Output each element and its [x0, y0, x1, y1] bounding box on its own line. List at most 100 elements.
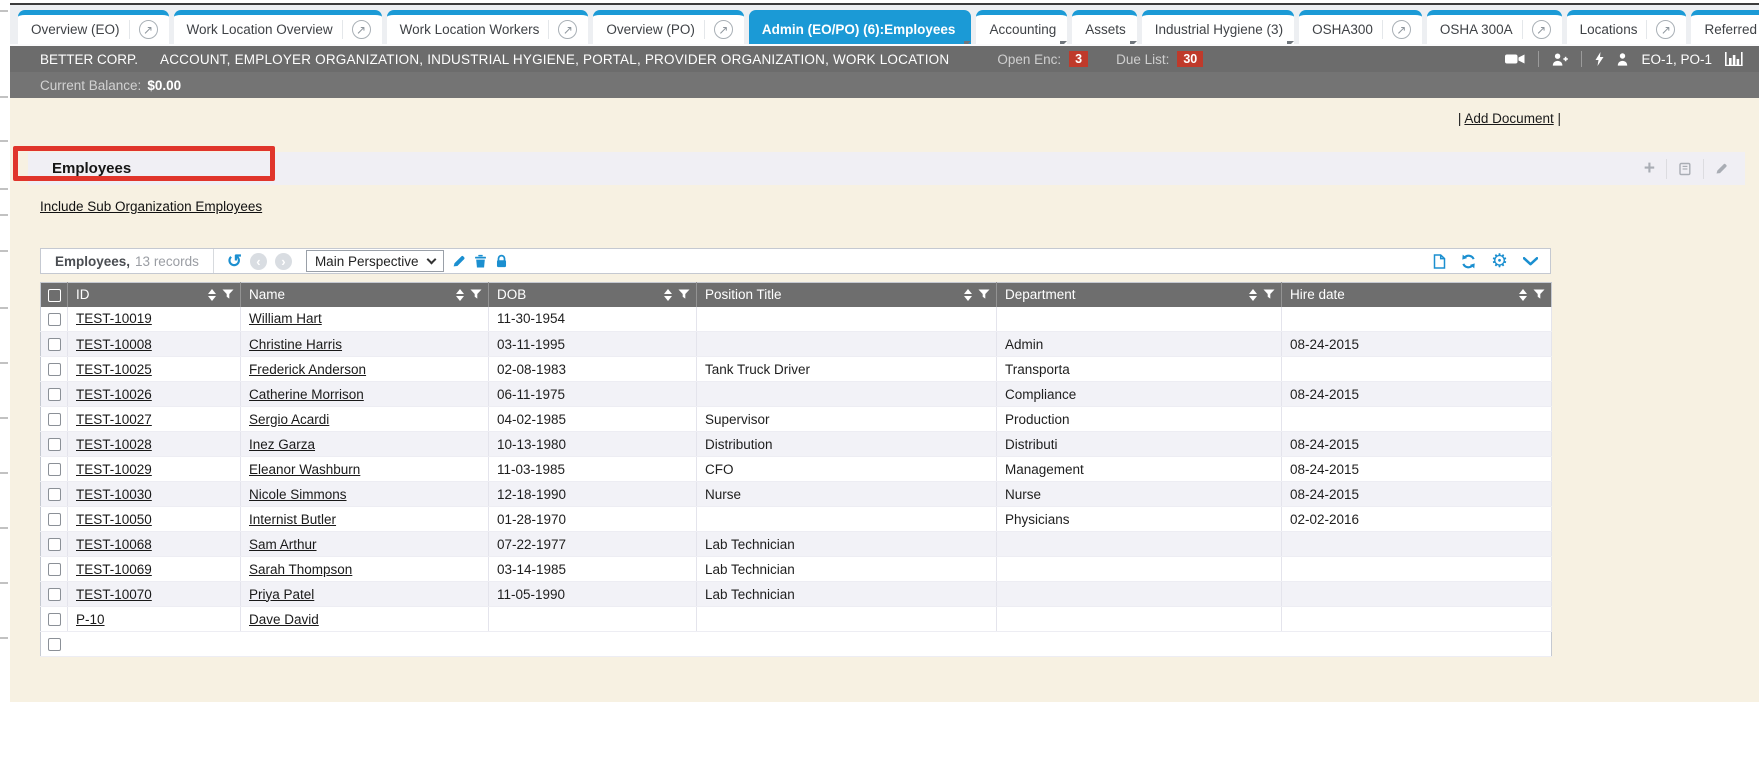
cell-name-link[interactable]: Priya Patel	[249, 587, 314, 602]
row-checkbox[interactable]	[48, 388, 61, 401]
open-in-new-icon[interactable]: ↗	[1382, 20, 1411, 39]
cell-name-link[interactable]: Frederick Anderson	[249, 362, 366, 377]
row-checkbox[interactable]	[48, 613, 61, 626]
open-in-new-icon[interactable]: ↗	[342, 20, 371, 39]
sort-icon[interactable]	[1519, 289, 1527, 301]
cell-name-link[interactable]: Inez Garza	[249, 437, 315, 452]
sort-icon[interactable]	[208, 289, 216, 301]
cell-name-link[interactable]: Eleanor Washburn	[249, 462, 360, 477]
filter-funnel-icon[interactable]	[470, 289, 482, 300]
sort-icon[interactable]	[964, 289, 972, 301]
col-header-position-title[interactable]: Position Title	[697, 283, 997, 307]
col-header-dob[interactable]: DOB	[489, 283, 697, 307]
include-sub-org-link[interactable]: Include Sub Organization Employees	[40, 199, 262, 214]
row-checkbox[interactable]	[48, 638, 61, 651]
cell-name-link[interactable]: William Hart	[249, 311, 322, 326]
row-checkbox[interactable]	[48, 313, 61, 326]
add-person-icon[interactable]	[1552, 53, 1568, 66]
tab-admin-eo-po-6-employees[interactable]: Admin (EO/PO) (6):Employees ↗	[749, 10, 972, 44]
row-checkbox[interactable]	[48, 513, 61, 526]
cell-id-link[interactable]: TEST-10068	[76, 537, 152, 552]
delete-trash-icon[interactable]	[474, 254, 487, 268]
person-icon[interactable]	[1617, 53, 1628, 66]
row-checkbox[interactable]	[48, 413, 61, 426]
video-camera-icon[interactable]	[1505, 53, 1525, 65]
tab-osha300[interactable]: OSHA300 ↗	[1299, 10, 1422, 44]
tab-work-location-workers[interactable]: Work Location Workers ↗	[387, 10, 589, 44]
cell-name-link[interactable]: Catherine Morrison	[249, 387, 364, 402]
open-in-new-icon[interactable]: ↗	[1646, 20, 1675, 39]
tab-referred-orders[interactable]: Referred Orders ↗	[1691, 10, 1759, 44]
sort-icon[interactable]	[456, 289, 464, 301]
edit-perspective-pencil-icon[interactable]	[452, 254, 466, 268]
row-checkbox[interactable]	[48, 438, 61, 451]
cell-id-link[interactable]: TEST-10029	[76, 462, 152, 477]
cell-id-link[interactable]: TEST-10050	[76, 512, 152, 527]
due-list-badge[interactable]: 30	[1177, 51, 1203, 67]
cell-id-link[interactable]: TEST-10026	[76, 387, 152, 402]
settings-gear-icon[interactable]: ⚙	[1491, 252, 1508, 271]
cell-id-link[interactable]: TEST-10025	[76, 362, 152, 377]
open-in-new-icon[interactable]: ↗	[548, 20, 577, 39]
cell-id-link[interactable]: TEST-10030	[76, 487, 152, 502]
filter-funnel-icon[interactable]	[978, 289, 990, 300]
cell-id-link[interactable]: TEST-10070	[76, 587, 152, 602]
row-checkbox[interactable]	[48, 463, 61, 476]
perspective-select[interactable]: Main Perspective	[306, 250, 444, 272]
collapse-chevron-icon[interactable]	[1523, 257, 1538, 266]
edit-pencil-icon[interactable]	[1704, 162, 1739, 175]
cell-name-link[interactable]: Sam Arthur	[249, 537, 317, 552]
prev-page-icon[interactable]: ‹	[250, 253, 267, 270]
lock-icon[interactable]	[495, 254, 508, 268]
open-in-new-icon[interactable]: ↗	[1522, 20, 1551, 39]
row-checkbox[interactable]	[48, 488, 61, 501]
filter-funnel-icon[interactable]	[1533, 289, 1545, 300]
open-enc-badge[interactable]: 3	[1069, 51, 1088, 67]
lightning-bolt-icon[interactable]	[1595, 52, 1604, 66]
cell-id-link[interactable]: TEST-10027	[76, 412, 152, 427]
col-header-name[interactable]: Name	[241, 283, 489, 307]
bar-chart-icon[interactable]	[1725, 52, 1745, 66]
tab-locations[interactable]: Locations ↗	[1567, 10, 1687, 44]
cell-name-link[interactable]: Internist Butler	[249, 512, 336, 527]
cell-id-link[interactable]: TEST-10069	[76, 562, 152, 577]
open-in-new-icon[interactable]: ↗	[129, 20, 158, 39]
refresh-icon[interactable]	[1461, 254, 1476, 269]
col-header-department[interactable]: Department	[997, 283, 1282, 307]
cell-name-link[interactable]: Dave David	[249, 612, 319, 627]
row-checkbox[interactable]	[48, 538, 61, 551]
add-document-link[interactable]: Add Document	[1464, 111, 1553, 126]
cell-id-link[interactable]: TEST-10008	[76, 337, 152, 352]
tab-accounting[interactable]: Accounting ↗	[976, 10, 1067, 44]
filter-funnel-icon[interactable]	[222, 289, 234, 300]
sort-icon[interactable]	[1249, 289, 1257, 301]
col-header-id[interactable]: ID	[68, 283, 241, 307]
cell-name-link[interactable]: Sergio Acardi	[249, 412, 329, 427]
cell-id-link[interactable]: TEST-10019	[76, 311, 152, 326]
tab-work-location-overview[interactable]: Work Location Overview ↗	[174, 10, 382, 44]
filter-funnel-icon[interactable]	[1263, 289, 1275, 300]
row-checkbox[interactable]	[48, 563, 61, 576]
next-page-icon[interactable]: ›	[275, 253, 292, 270]
tab-overview-po[interactable]: Overview (PO) ↗	[593, 10, 744, 44]
tab-industrial-hygiene-3[interactable]: Industrial Hygiene (3) ↗	[1142, 10, 1294, 44]
sort-icon[interactable]	[664, 289, 672, 301]
tab-osha-300a[interactable]: OSHA 300A ↗	[1427, 10, 1562, 44]
new-document-icon[interactable]	[1433, 254, 1446, 269]
cell-name-link[interactable]: Sarah Thompson	[249, 562, 352, 577]
open-in-new-icon[interactable]: ↗	[704, 20, 733, 39]
select-all-checkbox[interactable]	[48, 289, 61, 302]
cell-name-link[interactable]: Nicole Simmons	[249, 487, 347, 502]
undo-icon[interactable]: ↺	[227, 252, 242, 270]
col-header-hire-date[interactable]: Hire date	[1282, 283, 1552, 307]
cell-id-link[interactable]: P-10	[76, 612, 105, 627]
cell-name-link[interactable]: Christine Harris	[249, 337, 342, 352]
cell-id-link[interactable]: TEST-10028	[76, 437, 152, 452]
row-checkbox[interactable]	[48, 338, 61, 351]
add-record-icon[interactable]: +	[1633, 159, 1666, 178]
row-checkbox[interactable]	[48, 588, 61, 601]
row-checkbox[interactable]	[48, 363, 61, 376]
filter-funnel-icon[interactable]	[678, 289, 690, 300]
tab-overview-eo[interactable]: Overview (EO) ↗	[18, 10, 169, 44]
tab-assets[interactable]: Assets ↗	[1072, 10, 1137, 44]
